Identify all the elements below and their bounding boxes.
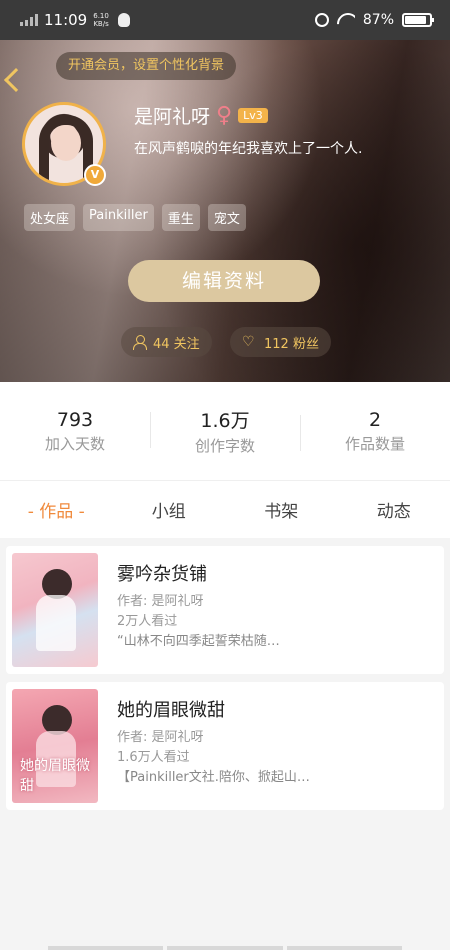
female-gender-icon: ♀ bbox=[216, 102, 233, 128]
stat-value: 1.6万 bbox=[200, 410, 250, 432]
following-label: 44 关注 bbox=[153, 336, 200, 352]
tab-bar: - 作品 - 小组 书架 动态 bbox=[0, 480, 450, 538]
following-button[interactable]: 44 关注 bbox=[121, 327, 212, 357]
stat-value: 793 bbox=[56, 408, 94, 431]
user-icon bbox=[133, 335, 147, 350]
work-info: 雾吟杂货铺 作者: 是阿礼呀 2万人看过 “山林不向四季起誓荣枯随… bbox=[117, 560, 434, 652]
stat-label: 加入天数 bbox=[44, 434, 105, 453]
cover-figure-body bbox=[36, 595, 76, 651]
net-speed-unit: KB/s bbox=[93, 20, 109, 28]
verified-badge-icon: V bbox=[84, 164, 106, 186]
vip-background-prompt[interactable]: 开通会员，设置个性化背景 bbox=[56, 52, 237, 80]
tag-item[interactable]: 宠文 bbox=[207, 204, 246, 231]
wifi-icon bbox=[337, 13, 355, 27]
bio: 在风声鹤唳的年纪我喜欢上了一个人. bbox=[134, 141, 363, 157]
tag-item[interactable]: Painkiller bbox=[83, 204, 154, 231]
battery-icon bbox=[402, 13, 434, 27]
profile-header: 开通会员，设置个性化背景 V 是阿礼呀 ♀ Lv3 在风声鹤唳的年纪我喜欢上了一… bbox=[0, 40, 450, 382]
book-cover: 她的眉眼微甜 bbox=[12, 689, 98, 803]
status-right: 87% bbox=[314, 12, 434, 28]
level-badge: Lv3 bbox=[238, 108, 268, 123]
work-card[interactable]: 她的眉眼微甜 她的眉眼微甜 作者: 是阿礼呀 1.6万人看过 【Painkill… bbox=[6, 682, 444, 810]
qq-notification-icon bbox=[117, 13, 130, 27]
net-speed-value: 6.10 bbox=[93, 12, 109, 20]
name-row: 是阿礼呀 ♀ Lv3 bbox=[134, 102, 268, 129]
fans-button[interactable]: ♡ 112 粉丝 bbox=[230, 327, 331, 357]
battery-percent: 87% bbox=[362, 12, 394, 28]
tag-list: 处女座 Painkiller 重生 宠文 bbox=[24, 204, 246, 231]
fans-label: 112 粉丝 bbox=[264, 336, 319, 352]
net-speed: 6.10 KB/s bbox=[93, 12, 109, 28]
work-excerpt: 【Painkiller文社.陪你、掀起山… bbox=[117, 770, 310, 785]
tab-activity[interactable]: 动态 bbox=[338, 497, 450, 522]
stat-label: 创作字数 bbox=[194, 437, 255, 455]
status-left: 11:09 6.10 KB/s bbox=[20, 11, 130, 29]
bottom-indicator bbox=[48, 946, 402, 950]
stat-word-count: 1.6万 创作字数 bbox=[150, 406, 300, 456]
tab-groups[interactable]: 小组 bbox=[113, 497, 226, 522]
status-time: 11:09 bbox=[44, 11, 88, 29]
work-author: 作者: 是阿礼呀 bbox=[117, 594, 204, 609]
stat-works-count: 2 作品数量 bbox=[300, 409, 450, 454]
edit-profile-button[interactable]: 编辑资料 bbox=[128, 260, 320, 302]
alarm-icon bbox=[314, 13, 329, 27]
avatar-face bbox=[51, 125, 81, 161]
status-bar: 11:09 6.10 KB/s 87% bbox=[0, 0, 450, 40]
work-card[interactable]: 雾吟杂货铺 作者: 是阿礼呀 2万人看过 “山林不向四季起誓荣枯随… bbox=[6, 546, 444, 674]
tab-bookshelf[interactable]: 书架 bbox=[225, 497, 338, 522]
book-cover bbox=[12, 553, 98, 667]
stat-label: 作品数量 bbox=[344, 434, 405, 453]
stat-value: 2 bbox=[368, 408, 382, 431]
work-info: 她的眉眼微甜 作者: 是阿礼呀 1.6万人看过 【Painkiller文社.陪你… bbox=[117, 696, 434, 788]
heart-icon: ♡ bbox=[242, 334, 255, 350]
signal-icon bbox=[20, 14, 38, 26]
work-title: 雾吟杂货铺 bbox=[117, 564, 207, 585]
tag-item[interactable]: 重生 bbox=[161, 204, 200, 231]
stat-join-days: 793 加入天数 bbox=[0, 409, 150, 454]
work-excerpt: “山林不向四季起誓荣枯随… bbox=[117, 634, 280, 649]
work-views: 2万人看过 bbox=[117, 614, 178, 629]
cover-title-text: 她的眉眼微甜 bbox=[20, 758, 90, 794]
battery-fill bbox=[405, 16, 426, 24]
work-title: 她的眉眼微甜 bbox=[117, 700, 225, 721]
stats-row: 793 加入天数 1.6万 创作字数 2 作品数量 bbox=[0, 382, 450, 480]
tag-item[interactable]: 处女座 bbox=[24, 204, 76, 231]
work-author: 作者: 是阿礼呀 bbox=[117, 730, 204, 745]
username: 是阿礼呀 bbox=[134, 106, 211, 128]
back-button[interactable] bbox=[12, 54, 36, 82]
works-list: 雾吟杂货铺 作者: 是阿礼呀 2万人看过 “山林不向四季起誓荣枯随… 她的眉眼微… bbox=[0, 538, 450, 818]
tab-works[interactable]: - 作品 - bbox=[0, 497, 113, 522]
work-views: 1.6万人看过 bbox=[117, 750, 190, 765]
